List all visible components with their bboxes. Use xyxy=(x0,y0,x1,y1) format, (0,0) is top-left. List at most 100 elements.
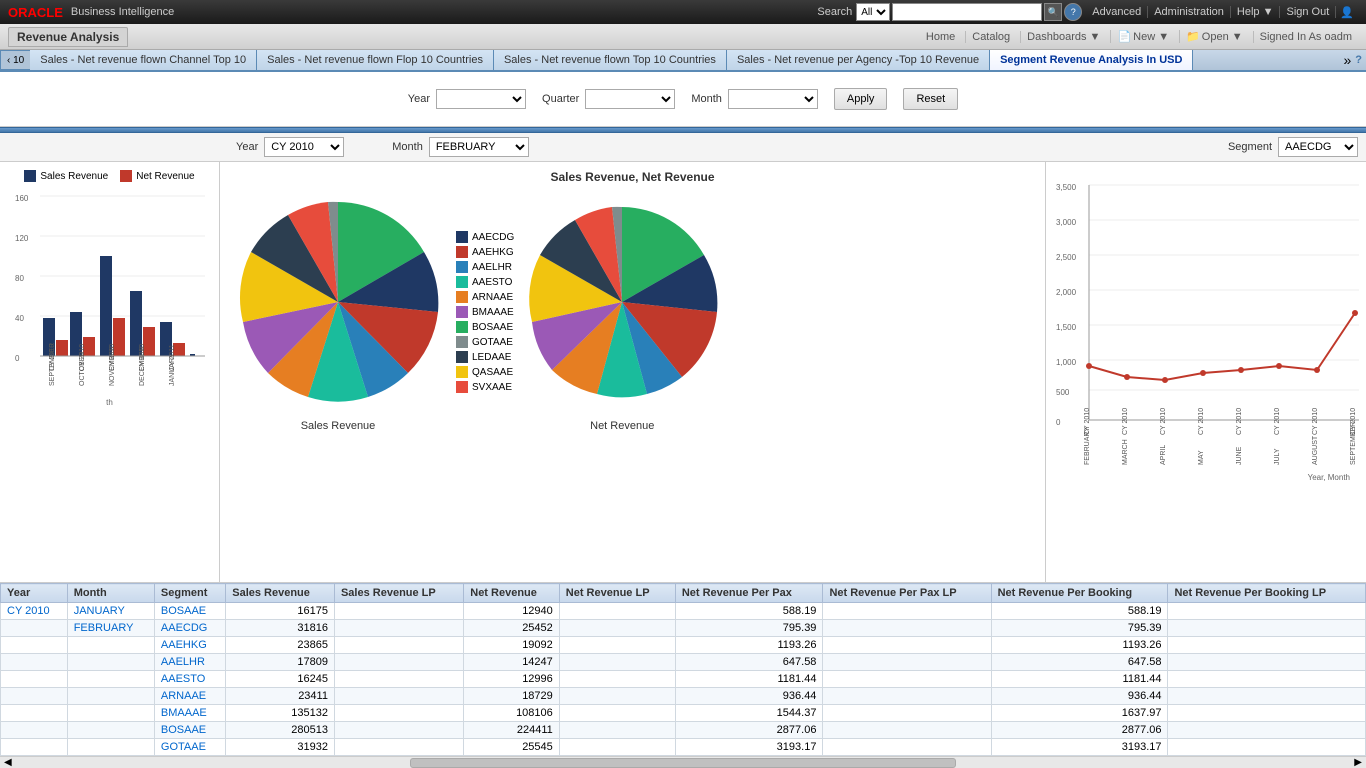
cell-segment[interactable]: BOSAAE xyxy=(154,722,225,739)
search-button[interactable]: 🔍 xyxy=(1044,3,1062,21)
gotaae-label: GOTAAE xyxy=(472,337,513,348)
cell-segment[interactable]: ARNAAE xyxy=(154,688,225,705)
col-nrpb[interactable]: Net Revenue Per Booking xyxy=(991,584,1168,603)
table-row: AAESTO16245129961181.441181.44 xyxy=(1,671,1366,688)
tab-bar: ‹ 10 Sales - Net revenue flown Channel T… xyxy=(0,50,1366,72)
cell-sales-rev: 31932 xyxy=(226,739,335,756)
reset-button[interactable]: Reset xyxy=(903,88,958,110)
col-nrpp-lp[interactable]: Net Revenue Per Pax LP xyxy=(823,584,991,603)
cell-nrpb-lp xyxy=(1168,637,1366,654)
table-row: BMAAAE1351321081061544.371637.97 xyxy=(1,705,1366,722)
tab-more-icon[interactable]: » xyxy=(1343,52,1351,68)
cell-year xyxy=(1,722,68,739)
cell-sales-rev: 17809 xyxy=(226,654,335,671)
cell-nrpp-lp xyxy=(823,739,991,756)
signout-link[interactable]: Sign Out xyxy=(1280,6,1336,18)
segment-control-select[interactable]: AAECDG xyxy=(1278,137,1358,157)
tab-segment-revenue[interactable]: Segment Revenue Analysis In USD xyxy=(990,50,1193,70)
help-link[interactable]: Help ▼ xyxy=(1231,6,1281,18)
cell-nrpp-lp xyxy=(823,620,991,637)
tab-agency-top10[interactable]: Sales - Net revenue per Agency -Top 10 R… xyxy=(727,50,990,70)
col-nrpp[interactable]: Net Revenue Per Pax xyxy=(675,584,823,603)
col-sales-rev[interactable]: Sales Revenue xyxy=(226,584,335,603)
scroll-thumb[interactable] xyxy=(410,758,956,768)
cell-net-rev: 19092 xyxy=(464,637,560,654)
line-dot-jul xyxy=(1276,363,1282,369)
filter-area: Year Quarter Month Apply Reset xyxy=(0,72,1366,127)
cell-nrpb: 1193.26 xyxy=(991,637,1168,654)
year-control-group: Year CY 2010 xyxy=(236,137,344,157)
ledaae-label: LEDAAE xyxy=(472,352,511,363)
second-bar-left: Revenue Analysis xyxy=(8,27,128,47)
cell-segment[interactable]: AAESTO xyxy=(154,671,225,688)
open-button[interactable]: 📁 Open ▼ xyxy=(1179,30,1249,43)
bar-sales-nov xyxy=(100,256,112,356)
col-nrpb-lp[interactable]: Net Revenue Per Booking LP xyxy=(1168,584,1366,603)
cell-month[interactable]: JANUARY xyxy=(67,603,154,620)
year-filter-select[interactable] xyxy=(436,89,526,109)
cell-nrpp-lp xyxy=(823,722,991,739)
col-net-rev[interactable]: Net Revenue xyxy=(464,584,560,603)
cell-segment[interactable]: AAECDG xyxy=(154,620,225,637)
col-segment[interactable]: Segment xyxy=(154,584,225,603)
cell-month xyxy=(67,688,154,705)
cell-segment[interactable]: BOSAAE xyxy=(154,603,225,620)
aaehkg-label: AAEHKG xyxy=(472,247,514,258)
cell-net-rev-lp xyxy=(559,671,675,688)
tab-flop10-countries[interactable]: Sales - Net revenue flown Flop 10 Countr… xyxy=(257,50,494,70)
search-type-select[interactable]: All xyxy=(856,3,890,21)
search-input[interactable] xyxy=(892,3,1042,21)
tab-top10-countries[interactable]: Sales - Net revenue flown Top 10 Countri… xyxy=(494,50,727,70)
col-net-rev-lp[interactable]: Net Revenue LP xyxy=(559,584,675,603)
new-button[interactable]: 📄 New ▼ xyxy=(1110,30,1175,43)
bottom-scrollbar[interactable]: ◀ ▶ xyxy=(0,756,1366,768)
cell-nrpb: 647.58 xyxy=(991,654,1168,671)
cell-segment[interactable]: AAELHR xyxy=(154,654,225,671)
svg-text:1,000: 1,000 xyxy=(1056,358,1077,367)
col-year[interactable]: Year xyxy=(1,584,68,603)
tab-channel-top10[interactable]: Sales - Net revenue flown Channel Top 10 xyxy=(30,50,257,70)
cell-sales-rev-lp xyxy=(334,705,463,722)
year-control-select[interactable]: CY 2010 xyxy=(264,137,344,157)
cell-net-rev-lp xyxy=(559,705,675,722)
cell-month xyxy=(67,739,154,756)
month-control-select[interactable]: FEBRUARY xyxy=(429,137,529,157)
line-dot-sep xyxy=(1352,310,1358,316)
quarter-filter-group: Quarter xyxy=(542,89,675,109)
apply-button[interactable]: Apply xyxy=(834,88,888,110)
scroll-right-btn[interactable]: ▶ xyxy=(1350,757,1366,768)
cell-nrpb: 1637.97 xyxy=(991,705,1168,722)
search-help-button[interactable]: ? xyxy=(1064,3,1082,21)
scroll-left-btn[interactable]: ◀ xyxy=(0,757,16,768)
svg-text:40: 40 xyxy=(15,314,24,323)
cell-year[interactable]: CY 2010 xyxy=(1,603,68,620)
cell-nrpp: 588.19 xyxy=(675,603,823,620)
svg-text:120: 120 xyxy=(15,234,29,243)
month-filter-label: Month xyxy=(691,93,722,105)
month-control-group: Month FEBRUARY xyxy=(392,137,529,157)
nav-links: Advanced Administration Help ▼ Sign Out … xyxy=(1086,6,1358,19)
folder-icon: 📁 xyxy=(1186,30,1200,43)
month-filter-select[interactable] xyxy=(728,89,818,109)
top-bar: ORACLE Business Intelligence Search All … xyxy=(0,0,1366,24)
top-bar-left: ORACLE Business Intelligence xyxy=(8,5,174,20)
administration-link[interactable]: Administration xyxy=(1148,6,1231,18)
cell-segment[interactable]: GOTAAE xyxy=(154,739,225,756)
cell-month[interactable]: FEBRUARY xyxy=(67,620,154,637)
dashboards-button[interactable]: Dashboards ▼ xyxy=(1020,31,1106,43)
advanced-link[interactable]: Advanced xyxy=(1086,6,1148,18)
cell-nrpb-lp xyxy=(1168,688,1366,705)
cell-nrpp-lp xyxy=(823,603,991,620)
svxaae-color xyxy=(456,381,468,393)
table-row: CY 2010JANUARYBOSAAE1617512940588.19588.… xyxy=(1,603,1366,620)
new-icon: 📄 xyxy=(1117,30,1131,43)
cell-sales-rev: 31816 xyxy=(226,620,335,637)
tab-back-button[interactable]: ‹ 10 xyxy=(0,50,30,70)
col-month[interactable]: Month xyxy=(67,584,154,603)
catalog-button[interactable]: Catalog xyxy=(965,31,1016,43)
col-sales-rev-lp[interactable]: Sales Revenue LP xyxy=(334,584,463,603)
cell-segment[interactable]: BMAAAE xyxy=(154,705,225,722)
quarter-filter-select[interactable] xyxy=(585,89,675,109)
cell-segment[interactable]: AAEHKG xyxy=(154,637,225,654)
home-button[interactable]: Home xyxy=(920,31,961,43)
